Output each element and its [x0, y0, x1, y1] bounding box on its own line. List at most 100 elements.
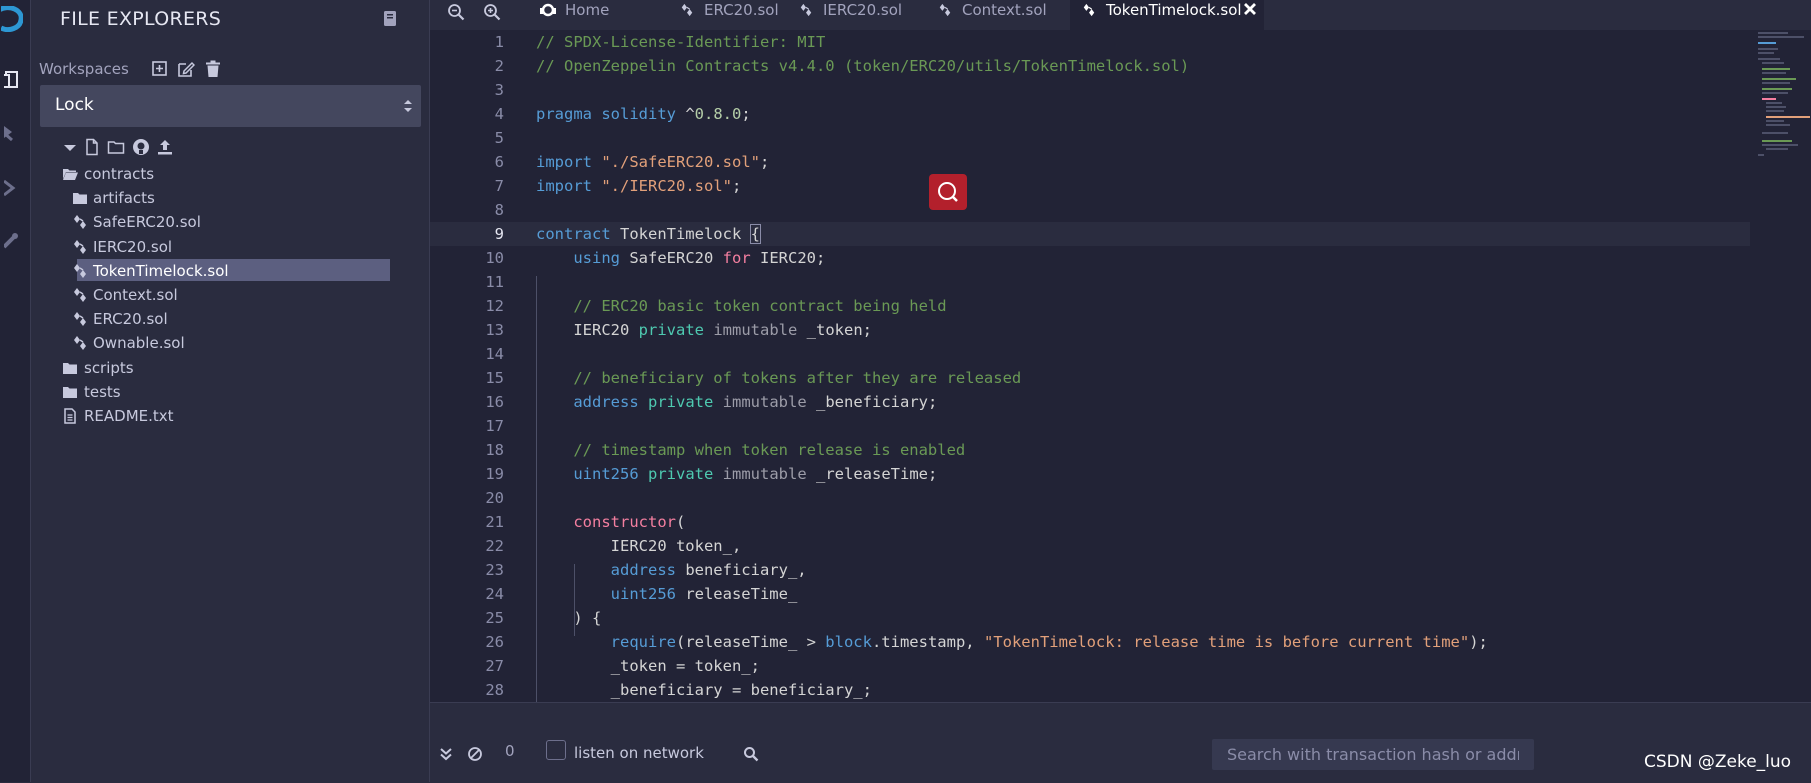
- code-text: // OpenZeppelin Contracts v4.4.0 (token/…: [536, 57, 1190, 75]
- tab-tokentimelock-sol[interactable]: TokenTimelock.sol: [1070, 0, 1264, 30]
- file-explorer-panel: FILE EXPLORERS Workspaces Lock contracts…: [31, 0, 430, 782]
- new-file-icon[interactable]: [83, 138, 101, 156]
- plugin-manager-icon[interactable]: [0, 231, 24, 259]
- line-number: 24: [485, 585, 504, 603]
- tree-file-item[interactable]: SafeERC20.sol: [31, 210, 391, 234]
- line-number: 1: [494, 33, 504, 51]
- tree-file-item[interactable]: ERC20.sol: [31, 307, 391, 331]
- code-text: IERC20 private immutable _token;: [536, 321, 872, 339]
- tree-file-item[interactable]: Context.sol: [31, 283, 391, 307]
- line-number: 27: [485, 657, 504, 675]
- line-number: 4: [494, 105, 504, 123]
- zoom-in-icon[interactable]: [483, 3, 501, 21]
- tree-item-label: Ownable.sol: [93, 334, 185, 353]
- tree-file-item[interactable]: IERC20.sol: [31, 235, 391, 259]
- tree-item-label: SafeERC20.sol: [93, 213, 201, 232]
- tree-item-label: artifacts: [93, 189, 155, 208]
- tab-label: TokenTimelock.sol: [1106, 1, 1242, 19]
- chevrons-down-icon[interactable]: [438, 746, 454, 762]
- workspace-select[interactable]: Lock: [40, 85, 421, 127]
- tab-ierc20-sol[interactable]: IERC20.sol: [787, 0, 922, 30]
- code-line: 9 contract TokenTimelock {: [430, 222, 1750, 246]
- code-text: uint256 private immutable _releaseTime;: [573, 465, 938, 483]
- upload-icon[interactable]: [156, 138, 174, 156]
- code-line: 16 address private immutable _beneficiar…: [430, 390, 1750, 414]
- code-text: // ERC20 basic token contract being held: [536, 297, 947, 315]
- zoom-out-icon[interactable]: [447, 3, 465, 21]
- line-number: 10: [485, 249, 504, 267]
- editor-search-button[interactable]: [929, 174, 967, 210]
- tree-file-item[interactable]: Ownable.sol: [31, 331, 391, 355]
- solidity-icon: [681, 3, 693, 17]
- code-text: IERC20 token_,: [536, 537, 742, 555]
- tab-label: ERC20.sol: [704, 1, 779, 19]
- tab-erc20-sol[interactable]: ERC20.sol: [668, 0, 783, 30]
- text-file-icon: [64, 408, 76, 424]
- folder-icon: [63, 386, 77, 398]
- line-number: 12: [485, 297, 504, 315]
- tree-folder-item[interactable]: artifacts: [31, 186, 391, 210]
- solidity-file-icon: [74, 312, 86, 327]
- code-line: 25 ) {: [430, 606, 1750, 630]
- solidity-icon: [939, 3, 951, 17]
- code-text: address private immutable _beneficiary;: [573, 393, 938, 411]
- new-folder-icon[interactable]: [107, 138, 125, 156]
- rename-workspace-icon[interactable]: [177, 60, 195, 78]
- tree-folder-item[interactable]: contracts: [31, 162, 391, 186]
- tree-item-label: ERC20.sol: [93, 310, 168, 329]
- line-number: 8: [494, 201, 504, 219]
- documentation-icon[interactable]: [383, 10, 397, 27]
- tab-label: IERC20.sol: [823, 1, 903, 19]
- code-text: pragma solidity ^0.8.0;: [536, 105, 751, 123]
- tab-context-sol[interactable]: Context.sol: [926, 0, 1066, 30]
- code-text: constructor(: [573, 513, 686, 531]
- remix-logo-icon[interactable]: [0, 5, 24, 34]
- transaction-search-input[interactable]: [1212, 739, 1534, 770]
- line-number: 2: [494, 57, 504, 75]
- listen-on-network-checkbox[interactable]: [546, 740, 566, 760]
- minimap[interactable]: [1750, 30, 1811, 702]
- terminal-bar: [430, 702, 1811, 783]
- github-icon[interactable]: [132, 138, 150, 156]
- compiler-icon[interactable]: [0, 123, 24, 151]
- create-workspace-icon[interactable]: [151, 60, 169, 78]
- tree-file-item[interactable]: TokenTimelock.sol: [31, 258, 391, 283]
- tree-folder-item[interactable]: scripts: [31, 356, 391, 380]
- workspaces-label: Workspaces: [39, 60, 129, 78]
- line-number: 22: [485, 537, 504, 555]
- tab-home[interactable]: Home: [527, 0, 632, 30]
- tree-file-item[interactable]: README.txt: [31, 404, 391, 428]
- line-number: 23: [485, 561, 504, 579]
- line-number: 19: [485, 465, 504, 483]
- code-line: 1 // SPDX-License-Identifier: MIT: [430, 30, 1750, 54]
- deploy-run-icon[interactable]: [0, 178, 24, 206]
- tree-item-label: contracts: [84, 165, 155, 183]
- code-line: 13 IERC20 private immutable _token;: [430, 318, 1750, 342]
- tab-label: Home: [565, 1, 610, 19]
- line-number: 13: [485, 321, 504, 339]
- file-explorer-icon[interactable]: [0, 70, 24, 98]
- clear-console-icon[interactable]: [467, 746, 483, 762]
- line-number: 3: [494, 81, 504, 99]
- code-editor[interactable]: 1 // SPDX-License-Identifier: MIT 2 // Open…: [430, 30, 1750, 702]
- code-line: 28 _beneficiary = beneficiary_;: [430, 678, 1750, 702]
- line-number: 9: [494, 225, 504, 243]
- code-line: 20: [430, 486, 1750, 510]
- tree-item-label: tests: [84, 382, 121, 401]
- tree-folder-item[interactable]: tests: [31, 380, 391, 404]
- close-icon[interactable]: [1243, 2, 1257, 16]
- tree-item-label: IERC20.sol: [93, 237, 173, 256]
- code-line: 6 import "./SafeERC20.sol";: [430, 150, 1750, 174]
- panel-title: FILE EXPLORERS: [60, 8, 222, 30]
- caret-down-icon[interactable]: [61, 138, 79, 156]
- code-line: 15 // beneficiary of tokens after they a…: [430, 366, 1750, 390]
- line-number: 21: [485, 513, 504, 531]
- solidity-file-icon: [74, 263, 86, 278]
- code-line: 7 import "./IERC20.sol";: [430, 174, 1750, 198]
- folder-icon: [63, 362, 77, 374]
- code-line: 27 _token = token_;: [430, 654, 1750, 678]
- code-text: uint256 releaseTime_: [610, 585, 798, 603]
- delete-workspace-icon[interactable]: [204, 60, 222, 78]
- indent-guide: [574, 564, 575, 636]
- code-line: 5: [430, 126, 1750, 150]
